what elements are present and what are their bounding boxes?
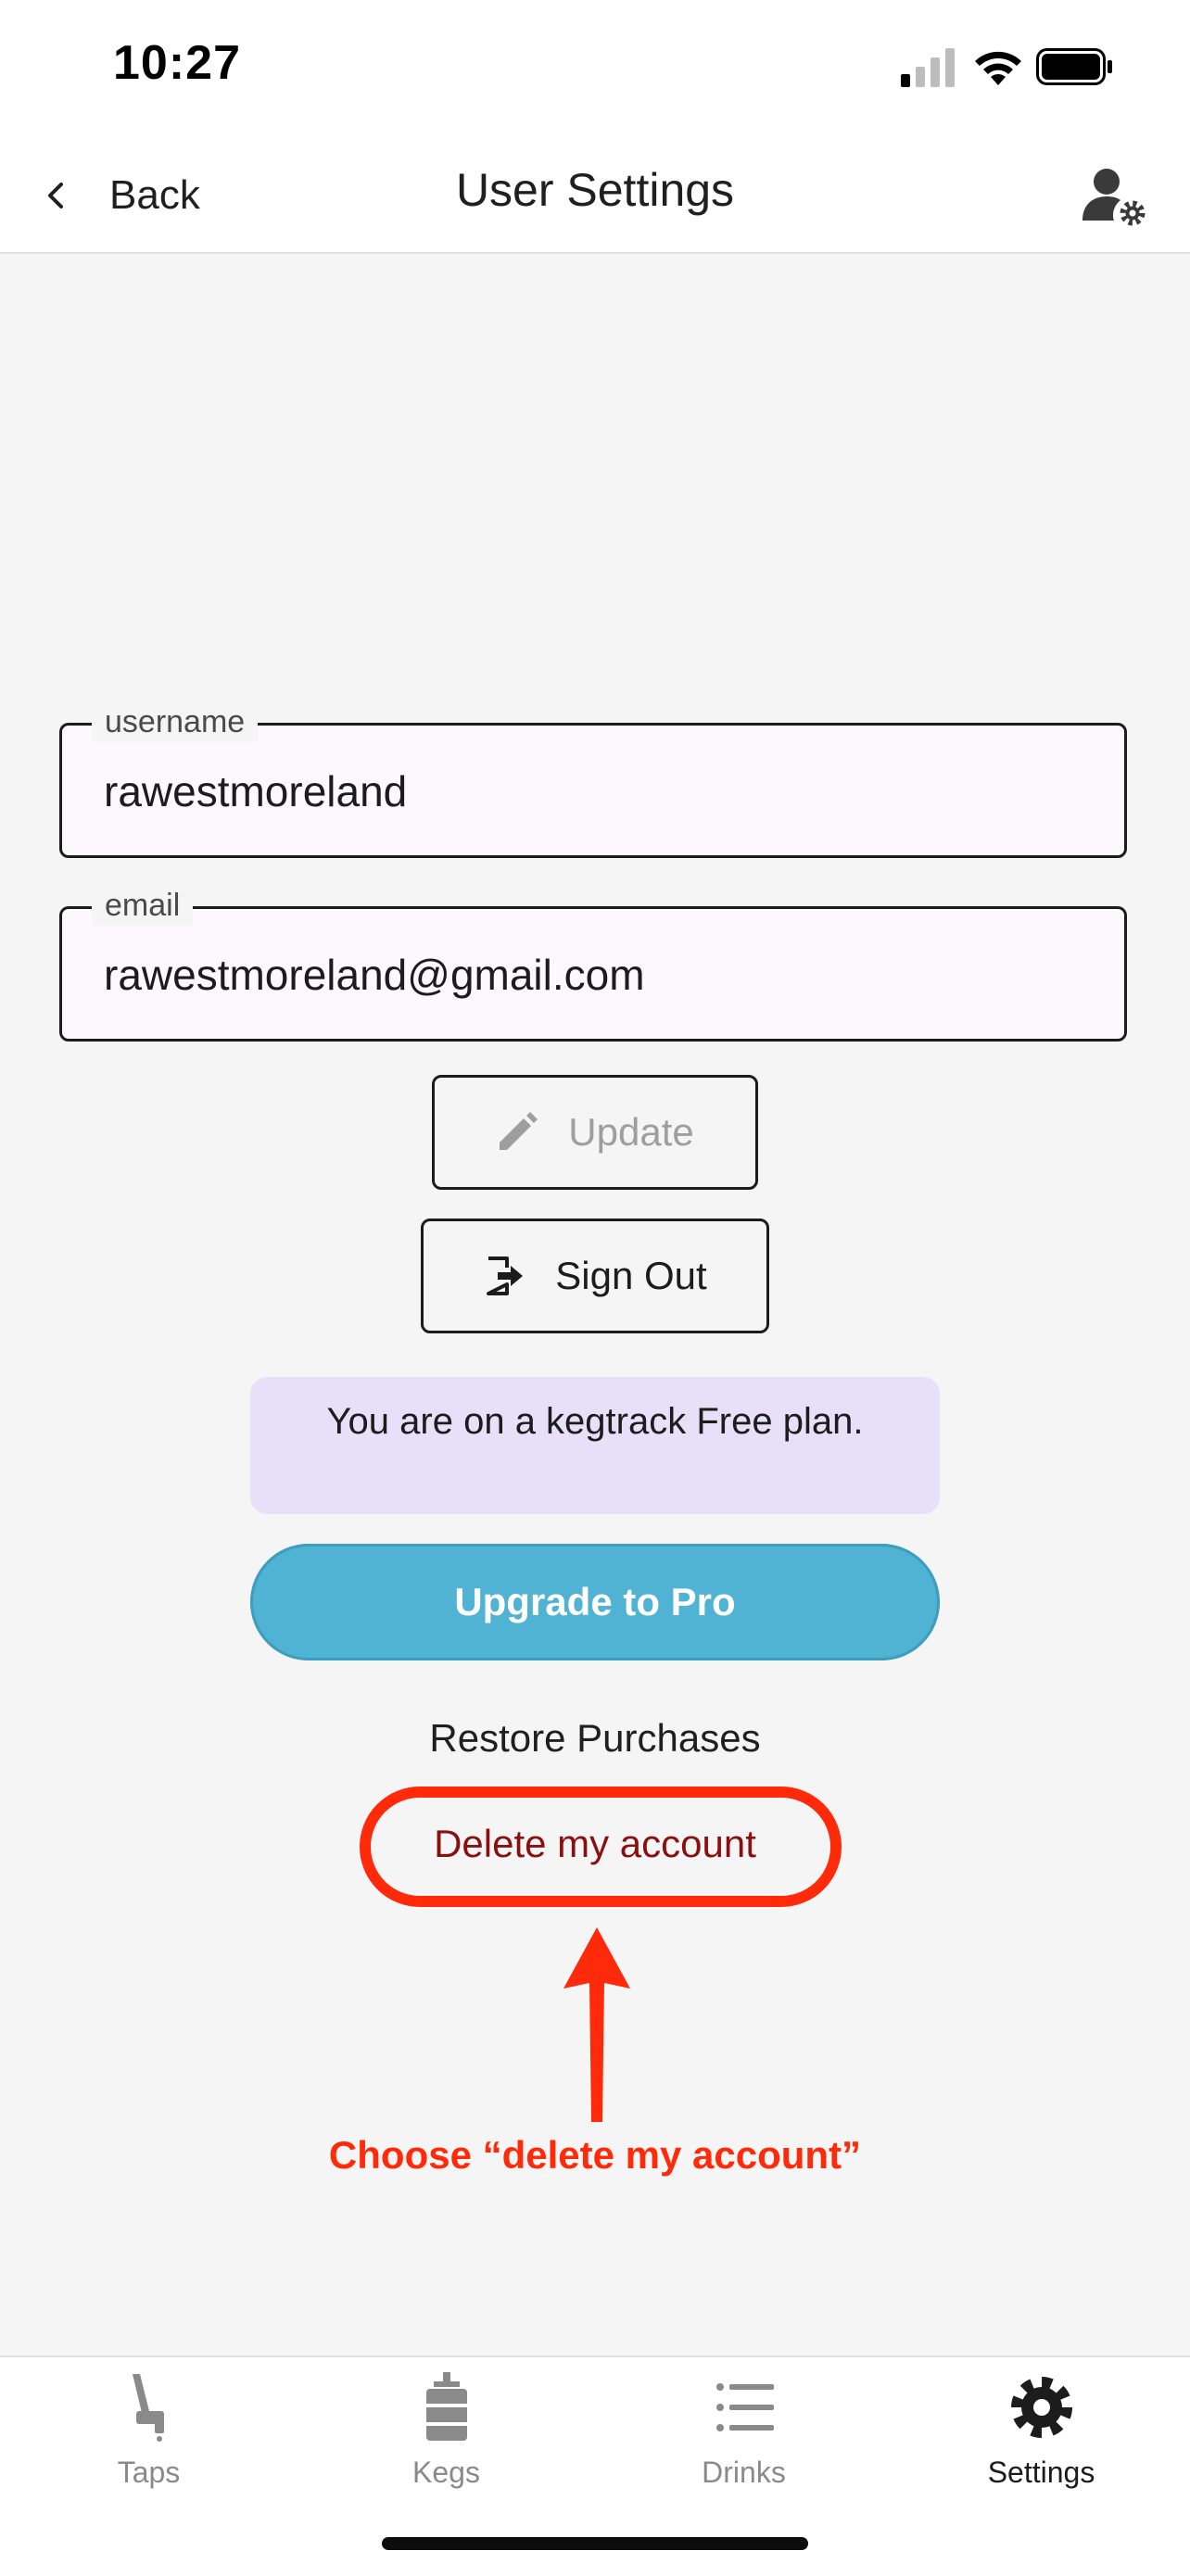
email-label: email (92, 885, 194, 926)
tab-taps[interactable]: Taps (0, 2372, 298, 2511)
restore-purchases-button[interactable]: Restore Purchases (0, 1716, 1190, 1761)
page-title: User Settings (455, 164, 735, 216)
username-field[interactable]: username (59, 701, 1127, 858)
username-label: username (92, 701, 259, 742)
keg-icon (425, 2372, 467, 2441)
cellular-signal-icon (901, 48, 955, 87)
tab-taps-label: Taps (117, 2456, 181, 2489)
upgrade-button[interactable]: Upgrade to Pro (250, 1544, 940, 1661)
tab-settings[interactable]: Settings (892, 2372, 1190, 2511)
update-label: Update (568, 1110, 694, 1154)
email-input[interactable] (104, 950, 1086, 1000)
sign-out-button[interactable]: Sign Out (421, 1219, 769, 1333)
status-bar: 10:27 (0, 0, 1190, 139)
plan-banner: You are on a kegtrack Free plan. (250, 1377, 940, 1514)
email-field[interactable]: email (59, 885, 1127, 1042)
tap-icon (132, 2374, 164, 2442)
tab-kegs[interactable]: Kegs (298, 2372, 595, 2511)
sign-out-icon (487, 1256, 524, 1295)
home-indicator (382, 2537, 808, 2550)
list-icon (715, 2383, 774, 2431)
annotation-caption: Choose “delete my account” (328, 2133, 862, 2177)
gear-icon (1010, 2377, 1072, 2438)
navigation-bar: Back User Settings (0, 139, 1190, 254)
tab-settings-label: Settings (987, 2456, 1095, 2489)
battery-icon (1036, 48, 1112, 85)
plan-text: You are on a kegtrack Free plan. (326, 1401, 864, 1442)
update-button[interactable]: Update (432, 1075, 758, 1190)
tab-drinks[interactable]: Drinks (595, 2372, 892, 2511)
tab-drinks-label: Drinks (702, 2456, 786, 2489)
upgrade-label: Upgrade to Pro (454, 1580, 736, 1623)
status-time: 10:27 (113, 36, 241, 90)
user-gear-icon[interactable] (1082, 167, 1149, 226)
username-input[interactable] (104, 766, 1086, 816)
wifi-icon (975, 51, 1021, 85)
delete-account-button[interactable]: Delete my account (0, 1822, 1190, 1866)
pencil-icon (500, 1112, 538, 1150)
annotation-arrow-icon (563, 1927, 630, 2122)
sign-out-label: Sign Out (555, 1254, 707, 1297)
tab-kegs-label: Kegs (412, 2456, 480, 2489)
